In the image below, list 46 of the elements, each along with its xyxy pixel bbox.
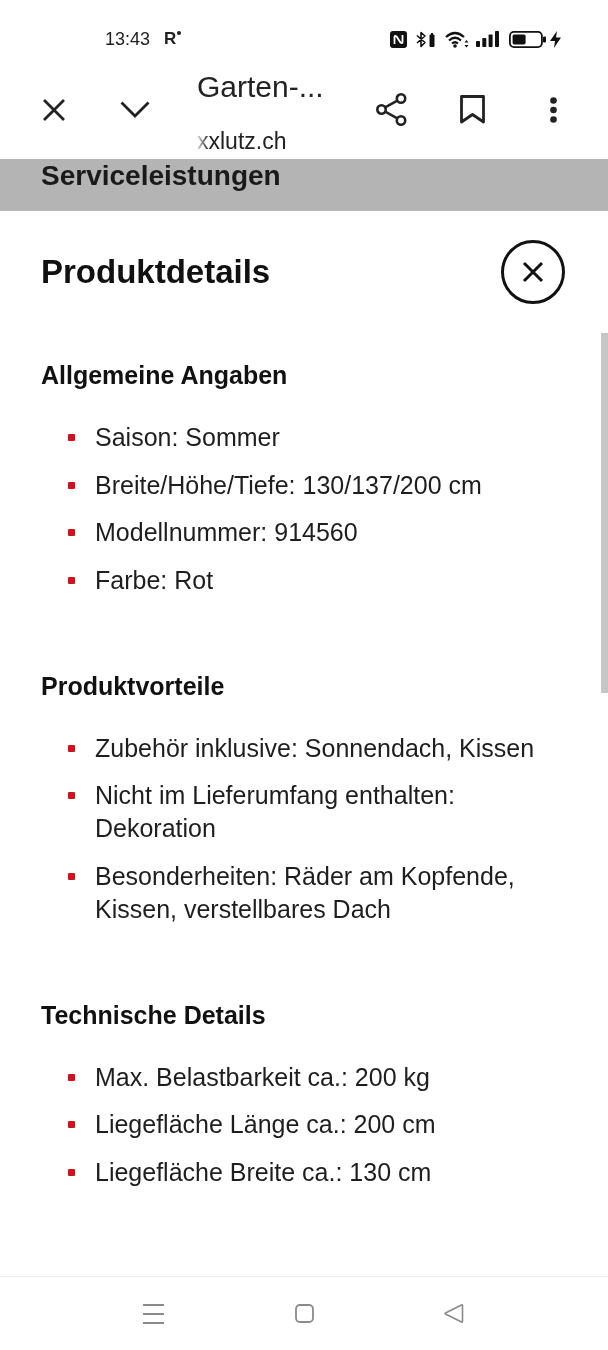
wifi-icon [445, 30, 469, 48]
list-item: Zubehör inklusive: Sonnendach, Kissen [95, 732, 536, 764]
bullet-icon [68, 1121, 75, 1128]
nfc-icon [390, 30, 407, 48]
bullet-icon [68, 872, 75, 880]
bluetooth-icon [416, 30, 436, 48]
roaming-indicator: R [164, 28, 177, 50]
list-item: Besonderheiten: Räder am Kopfende, Kissen, verstellbares Dach [95, 860, 516, 925]
section-heading: Technische Details [41, 999, 266, 1030]
close-icon[interactable] [42, 98, 66, 122]
section-heading: Allgemeine Angaben [41, 360, 288, 390]
bookmark-icon[interactable] [460, 95, 485, 124]
more-icon[interactable] [550, 97, 557, 123]
chevron-down-icon[interactable] [120, 101, 150, 118]
list-item: Saison: Sommer [95, 422, 281, 453]
panel-title: Produktdetails [41, 252, 271, 292]
bullet-icon [68, 576, 75, 584]
bullet-icon [68, 1168, 75, 1176]
battery-icon [509, 30, 546, 48]
bullet-icon [68, 744, 75, 752]
list-item: Farbe: Rot [95, 564, 215, 596]
list-item: Liegefläche Länge ca.: 200 cm [95, 1109, 437, 1140]
list-item: Max. Belastbarkeit ca.: 200 kg [95, 1061, 431, 1093]
section-heading: Produktvorteile [41, 670, 225, 701]
header-title: Serviceleistungen [41, 160, 281, 192]
bullet-icon [68, 529, 75, 536]
share-icon[interactable] [376, 93, 407, 126]
bullet-icon [68, 792, 75, 799]
back-icon[interactable] [444, 1304, 464, 1323]
square-icon[interactable] [295, 1304, 314, 1323]
status-time: 13:43 [105, 28, 151, 50]
page-title: Garten-... [197, 70, 324, 104]
page-url: xxlutz.ch [197, 127, 287, 155]
bullet-icon [68, 434, 75, 441]
lightning-icon [550, 30, 561, 48]
list-item: Liegefläche Breite ca.: 130 cm [95, 1156, 433, 1188]
close-button[interactable] [501, 240, 565, 304]
bullet-icon [68, 481, 75, 489]
close-icon [522, 261, 544, 283]
bullet-icon [68, 1073, 75, 1081]
list-item: Breite/Höhe/Tiefe: 130/137/200 cm [95, 469, 483, 501]
menu-icon[interactable] [143, 1303, 164, 1324]
list-item: Modellnummer: 914560 [95, 517, 359, 548]
list-item: Nicht im Lieferumfang enthalten: Dekoration [95, 780, 456, 844]
signal-icon [476, 31, 499, 47]
dot-icon [177, 31, 182, 35]
